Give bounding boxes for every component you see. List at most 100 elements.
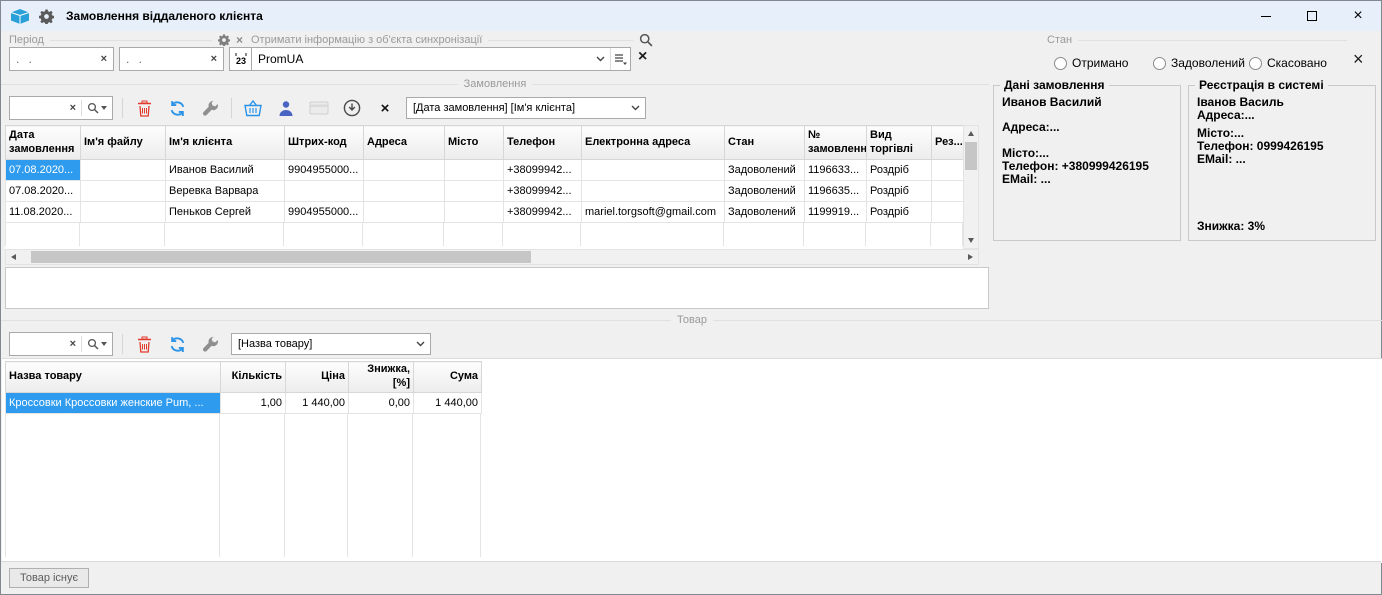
order-cell[interactable]: +38099942... (504, 181, 582, 202)
order-cell[interactable]: mariel.torgsoft@gmail.com (582, 202, 725, 223)
panel-close-button[interactable]: × (1353, 51, 1364, 67)
date-to-value[interactable]: . . (126, 52, 211, 66)
product-exists-button[interactable]: Товар існує (9, 568, 89, 588)
order-cell[interactable]: 1199919... (805, 202, 867, 223)
order-cell[interactable] (364, 160, 445, 181)
order-cell[interactable] (364, 181, 445, 202)
order-cell[interactable]: Иванов Василий (166, 160, 285, 181)
date-from-value[interactable]: . . (16, 52, 101, 66)
chevron-down-icon[interactable] (590, 48, 610, 70)
product-cell[interactable]: 1 440,00 (414, 392, 482, 413)
settings-wrench-icon[interactable] (198, 332, 222, 356)
order-cell[interactable] (81, 181, 166, 202)
minimize-button[interactable] (1243, 1, 1289, 31)
column-header[interactable]: Стан (725, 126, 805, 160)
order-cell[interactable]: Задоволений (725, 202, 805, 223)
order-cell[interactable] (364, 202, 445, 223)
product-cell[interactable]: 1,00 (221, 392, 286, 413)
radio-satisfied[interactable]: Задоволений (1153, 56, 1245, 70)
search-magnifier-icon[interactable] (87, 102, 107, 114)
order-cell[interactable] (445, 181, 504, 202)
column-header[interactable]: Рез... (932, 126, 964, 160)
column-header[interactable]: № замовленн (805, 126, 867, 160)
column-header[interactable]: Дата замовлення (6, 126, 81, 160)
chevron-down-icon[interactable] (410, 334, 430, 354)
order-cell[interactable]: Пеньков Сергей (166, 202, 285, 223)
client-person-icon[interactable] (274, 96, 298, 120)
refresh-button[interactable] (165, 332, 189, 356)
orders-horizontal-scrollbar[interactable] (5, 249, 979, 265)
radio-cancelled[interactable]: Скасовано (1249, 56, 1327, 70)
close-button[interactable]: × (1335, 1, 1381, 31)
create-sale-basket-icon[interactable] (241, 96, 265, 120)
product-row[interactable]: Кроссовки Кроссовки женские Pum, ... 1,0… (6, 392, 482, 413)
orders-search-input[interactable]: × (9, 96, 113, 120)
column-header[interactable]: Телефон (504, 126, 582, 160)
column-header[interactable]: Ціна (286, 362, 349, 393)
order-cell[interactable]: +38099942... (504, 160, 582, 181)
order-cell[interactable] (445, 202, 504, 223)
maximize-button[interactable] (1289, 1, 1335, 31)
scroll-down-button[interactable] (964, 233, 978, 248)
settings-gear-icon[interactable] (39, 9, 54, 24)
order-cell[interactable] (582, 160, 725, 181)
order-cell[interactable]: Задоволений (725, 181, 805, 202)
order-cell[interactable] (932, 202, 964, 223)
period-close-icon[interactable]: × (236, 34, 243, 46)
column-header[interactable]: Ім'я клієнта (166, 126, 285, 160)
search-clear-icon[interactable]: × (70, 103, 76, 114)
order-cell[interactable]: 11.08.2020... (6, 202, 81, 223)
order-row[interactable]: 11.08.2020... Пеньков Сергей 9904955000.… (6, 202, 964, 223)
order-cell[interactable] (81, 160, 166, 181)
order-cell[interactable]: Веревка Варвара (166, 181, 285, 202)
column-header[interactable]: Знижка, [%] (349, 362, 414, 393)
order-cell[interactable] (582, 181, 725, 202)
products-search-input[interactable]: × (9, 332, 113, 356)
date-to-clear-icon[interactable]: × (211, 54, 217, 65)
date-from-field[interactable]: . . × (9, 47, 114, 71)
order-cell[interactable]: 1196633... (805, 160, 867, 181)
column-header[interactable]: Місто (445, 126, 504, 160)
orders-vertical-scrollbar[interactable] (963, 125, 979, 249)
search-clear-icon[interactable]: × (70, 339, 76, 350)
column-header[interactable]: Сума (414, 362, 482, 393)
column-header[interactable]: Адреса (364, 126, 445, 160)
product-cell-selected[interactable]: Кроссовки Кроссовки женские Pum, ... (6, 392, 221, 413)
sync-source-combobox[interactable]: PromUA (251, 47, 631, 71)
order-row[interactable]: 07.08.2020... Иванов Василий 9904955000.… (6, 160, 964, 181)
settings-wrench-icon[interactable] (198, 96, 222, 120)
order-cell-selected[interactable]: 07.08.2020... (6, 160, 81, 181)
order-cell[interactable]: +38099942... (504, 202, 582, 223)
order-cell[interactable] (285, 181, 364, 202)
search-text[interactable] (15, 97, 65, 119)
delete-order-button[interactable] (132, 96, 156, 120)
search-icon[interactable] (639, 33, 653, 47)
search-text[interactable] (15, 333, 65, 355)
column-header[interactable]: Кількість (221, 362, 286, 393)
products-sort-combobox[interactable]: [Назва товару] (231, 333, 431, 355)
scroll-thumb[interactable] (31, 251, 531, 263)
order-cell[interactable]: Роздріб (867, 160, 932, 181)
scroll-track[interactable] (21, 250, 963, 264)
scroll-track[interactable] (964, 141, 978, 233)
product-cell[interactable]: 0,00 (349, 392, 414, 413)
list-select-icon[interactable] (610, 48, 630, 70)
scroll-left-button[interactable] (6, 250, 21, 264)
order-cell[interactable]: Задоволений (725, 160, 805, 181)
download-orders-icon[interactable] (340, 96, 364, 120)
order-cell[interactable]: 9904955000... (285, 202, 364, 223)
order-row[interactable]: 07.08.2020... Веревка Варвара +38099942.… (6, 181, 964, 202)
order-cell[interactable] (932, 181, 964, 202)
cancel-x-button[interactable]: × (373, 96, 397, 120)
refresh-button[interactable] (165, 96, 189, 120)
column-header[interactable]: Електронна адреса (582, 126, 725, 160)
scroll-thumb[interactable] (965, 142, 977, 170)
order-cell[interactable]: 1196635... (805, 181, 867, 202)
order-cell[interactable] (932, 160, 964, 181)
date-from-clear-icon[interactable]: × (101, 54, 107, 65)
column-header[interactable]: Штрих-код (285, 126, 364, 160)
column-header[interactable]: Вид торгівлі (867, 126, 932, 160)
order-cell[interactable]: 07.08.2020... (6, 181, 81, 202)
period-settings-gear-icon[interactable] (218, 34, 230, 46)
sync-clear-button[interactable]: × (638, 49, 647, 65)
